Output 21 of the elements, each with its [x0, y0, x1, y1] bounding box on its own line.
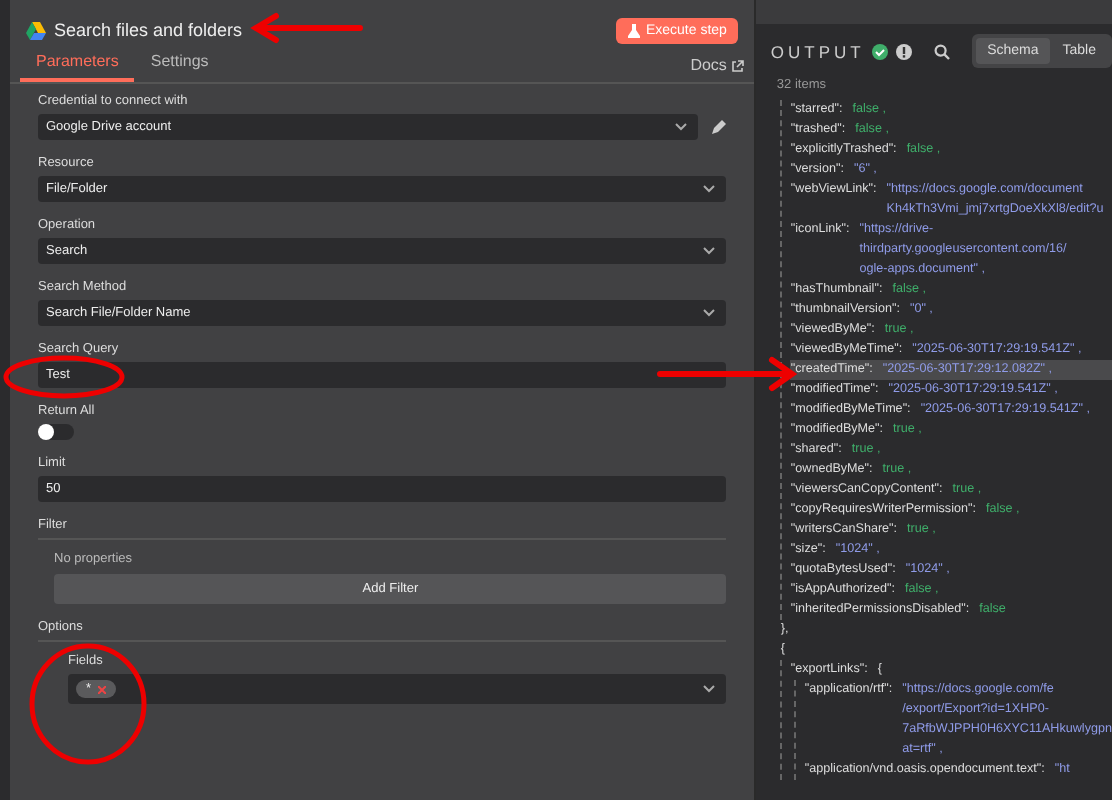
external-link-icon	[732, 59, 745, 71]
annotation-circle	[3, 355, 125, 399]
info-icon	[896, 43, 913, 59]
chevron-down-icon	[674, 122, 689, 132]
chevron-down-icon	[702, 308, 717, 318]
toggle-switch[interactable]	[38, 424, 74, 440]
node-title: Search files and folders	[54, 20, 243, 40]
search-icon[interactable]	[933, 43, 950, 59]
annotation-arrow	[250, 13, 363, 43]
annotation-circle	[29, 643, 147, 765]
flask-icon	[627, 23, 640, 37]
pencil-icon[interactable]	[710, 119, 727, 135]
docs-link[interactable]: Docs	[690, 56, 745, 82]
tab[interactable]: Settings	[134, 52, 225, 82]
chevron-down-icon	[702, 184, 717, 194]
tab[interactable]: Parameters	[20, 52, 135, 82]
success-check-icon	[872, 43, 889, 59]
output-title: OUTPUT	[770, 41, 865, 61]
drive-logo-icon	[26, 21, 46, 39]
chevron-down-icon	[702, 246, 717, 256]
chevron-down-icon	[702, 684, 717, 694]
